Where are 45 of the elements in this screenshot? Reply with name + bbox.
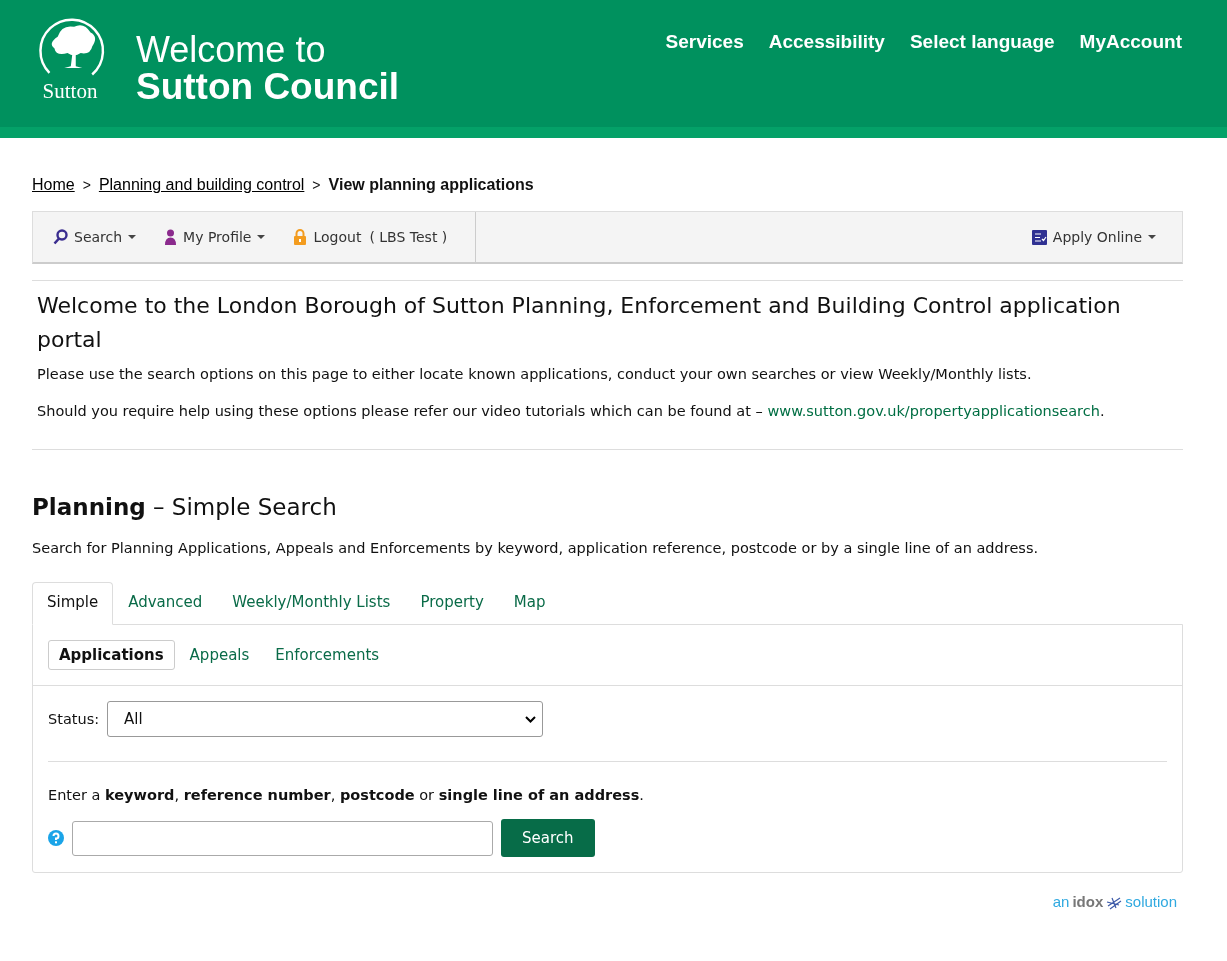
footer-logo-text: solution (1125, 893, 1177, 910)
search-icon (53, 229, 68, 245)
nav-link[interactable]: MyAccount (1079, 31, 1182, 53)
toolbar-menu[interactable]: Logout ( LBS Test ) (283, 212, 458, 262)
nav-link[interactable]: Services (665, 31, 744, 53)
toolbar-menu[interactable]: My Profile (154, 212, 276, 262)
tab[interactable]: Map (498, 582, 561, 624)
section-heading: Planning – Simple Search (32, 494, 338, 520)
breadcrumb-link[interactable]: Planning and building control (98, 176, 305, 194)
tab[interactable]: Advanced (113, 582, 218, 624)
intro-text: Please use the search options on this page to either locate known applications, conduct your own searches or view Weekly/Monthly lists. (37, 365, 1033, 384)
sub-tab[interactable]: Appeals (178, 640, 261, 670)
search-instruction: Enter a keyword, reference number, postcode or single line of an address. (48, 787, 645, 803)
sub-tab[interactable]: Applications (48, 640, 175, 670)
sub-tab[interactable]: Enforcements (264, 640, 391, 670)
help-text: Should you require help using these options please refer our video tutorials which can be found at – www.sutton.gov.uk/propertyapplicationsearch. (37, 402, 1106, 421)
breadcrumb-link[interactable]: Home (32, 176, 75, 194)
footer-logo-text: idox (1072, 893, 1104, 910)
search-input[interactable] (72, 820, 493, 856)
help-icon[interactable] (48, 830, 64, 846)
breadcrumb-current: View planning applications (328, 176, 534, 194)
site-title: Welcome to (136, 32, 327, 68)
breadcrumb-separator: > (82, 177, 91, 193)
toolbar-menu[interactable]: Search (43, 212, 147, 262)
site-title: Sutton Council (136, 68, 400, 106)
status-dropdown[interactable]: All (107, 701, 544, 737)
star-burst-icon (1106, 896, 1123, 910)
tab[interactable]: Property (405, 582, 499, 624)
search-description: Search for Planning Applications, Appeals and Enforcements by keyword, application reference, postcode or by a single line of an address. (32, 540, 1040, 556)
logo-text: Sutton (42, 80, 98, 102)
person-icon (164, 229, 178, 245)
toolbar-menu[interactable]: Apply Online (1021, 212, 1166, 262)
tab[interactable]: Simple (32, 582, 114, 625)
breadcrumb-separator: > (312, 177, 321, 193)
tab[interactable]: Weekly/Monthly Lists (217, 582, 406, 624)
lock-icon (293, 229, 308, 245)
search-button[interactable]: Search (501, 819, 595, 857)
page-heading: Welcome to the London Borough of Sutton Planning, Enforcement and Building Control application portal (37, 292, 1122, 354)
checklist-icon (1031, 229, 1047, 245)
footer-logo-text: an (1052, 893, 1070, 910)
nav-link[interactable]: Select language (909, 31, 1055, 53)
chevron-down-icon (525, 715, 537, 723)
nav-link[interactable]: Accessibility (768, 31, 885, 53)
status-label: Status: (48, 711, 100, 727)
tutorials-link[interactable]: www.sutton.gov.uk/propertyapplicationsearch (767, 403, 1100, 419)
